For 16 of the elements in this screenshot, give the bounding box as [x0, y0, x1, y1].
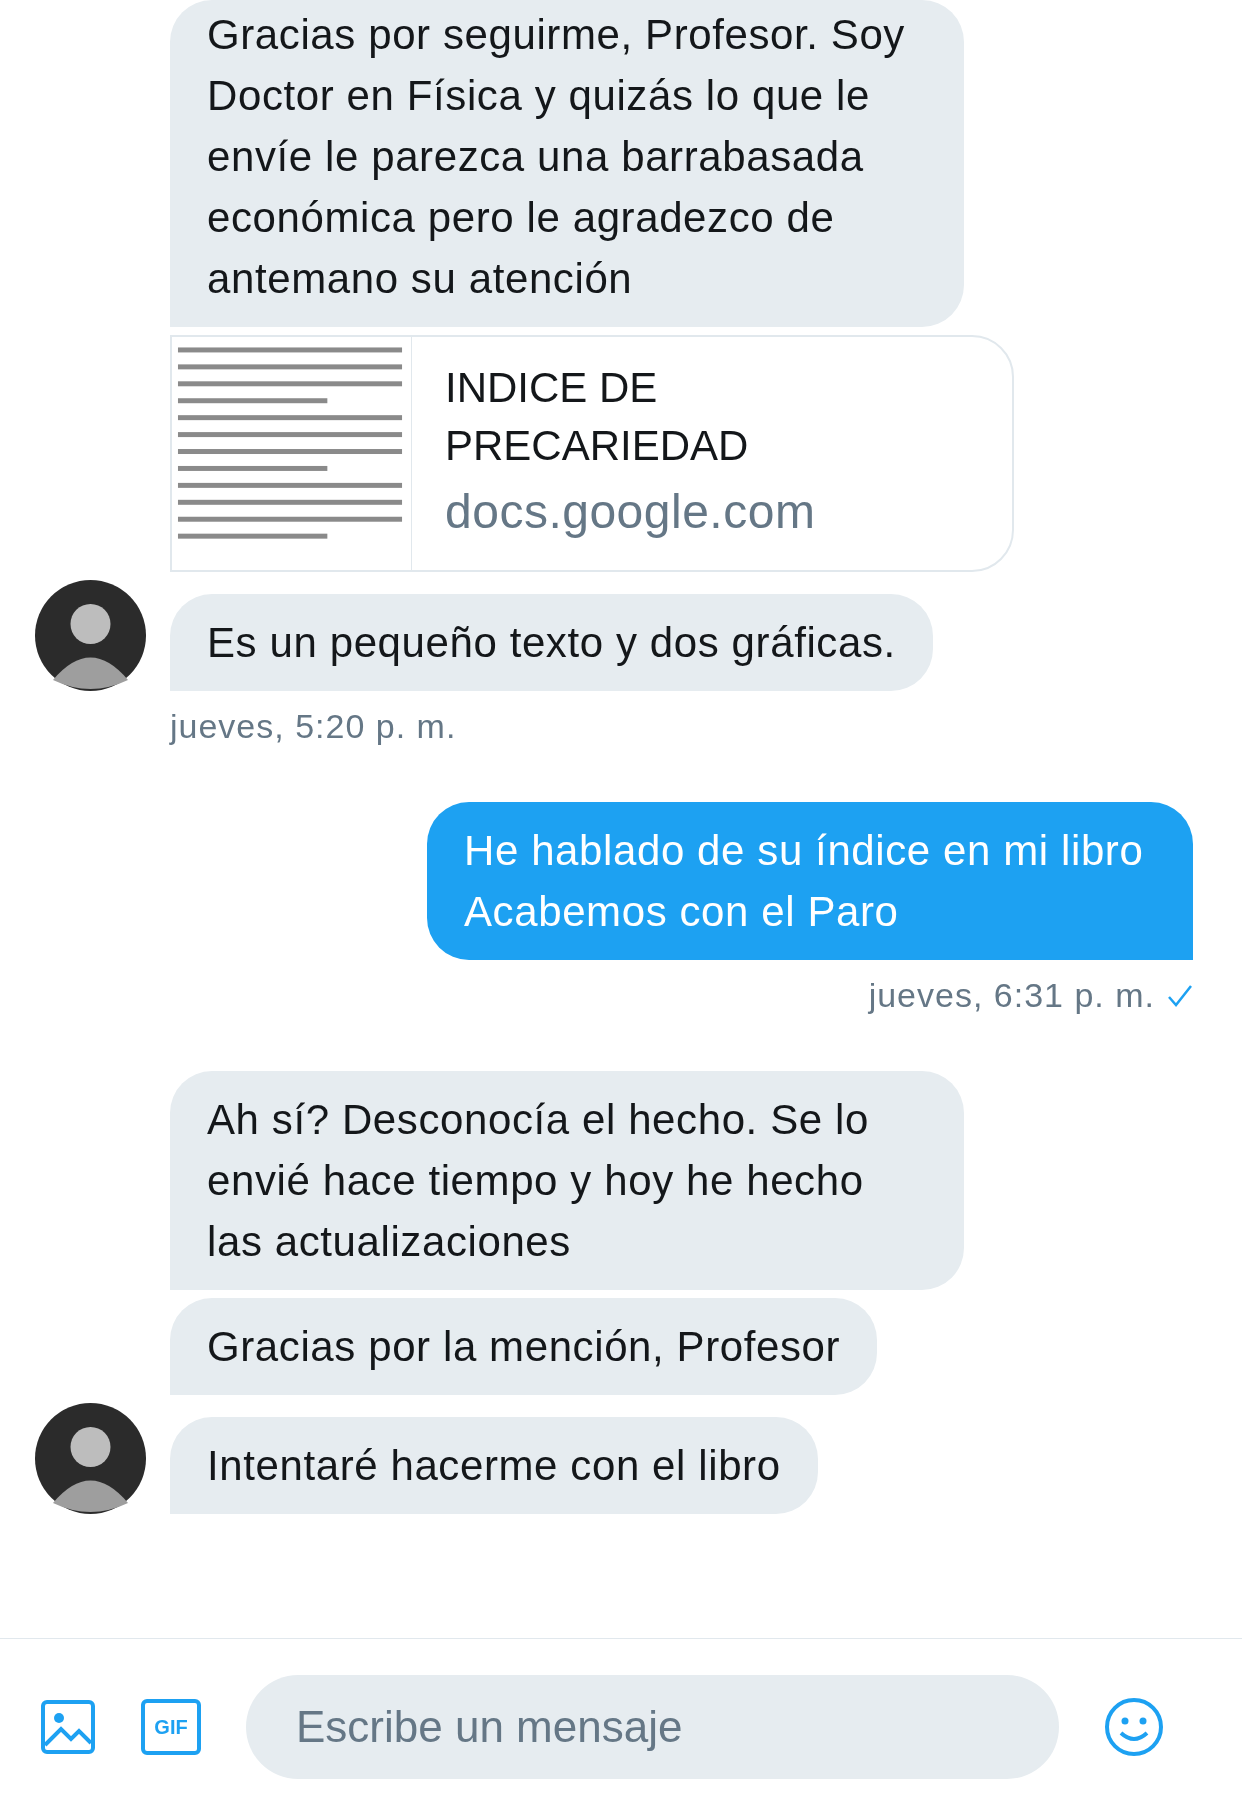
link-domain: docs.google.com	[445, 483, 817, 540]
message-field[interactable]: Escribe un mensaje	[246, 1674, 1059, 1779]
timestamp: jueves, 6:31 p. m.	[868, 975, 1155, 1016]
message-bubble: Es un pequeño texto y dos gráficas.	[170, 594, 933, 691]
message-bubble: Ah sí? Desconocía el hecho. Se lo envié hace tiempo y hoy he hecho las actualizaciones	[170, 1071, 964, 1290]
avatar[interactable]	[35, 1403, 146, 1514]
avatar[interactable]	[35, 580, 146, 691]
timestamp: jueves, 5:20 p. m.	[170, 706, 457, 747]
link-card[interactable]: INDICE DE PRECARIEDAD docs.google.com	[170, 335, 1014, 572]
message-bubble: Gracias por seguirme, Profesor. Soy Doctor en Física y quizás lo que le envíe le parezca una barrabasada económica pero le agradezco de antemano su atención	[170, 0, 964, 327]
message-bubble: Intentaré hacerme con el libro	[170, 1417, 818, 1514]
image-icon[interactable]	[40, 1698, 96, 1755]
message-bubble: He hablado de su índice en mi libro Acabemos con el Paro	[427, 802, 1193, 960]
link-title: INDICE DE PRECARIEDAD	[445, 362, 750, 471]
message-bubble: Gracias por la mención, Profesor	[170, 1298, 878, 1395]
emoji-icon[interactable]	[1104, 1696, 1164, 1757]
